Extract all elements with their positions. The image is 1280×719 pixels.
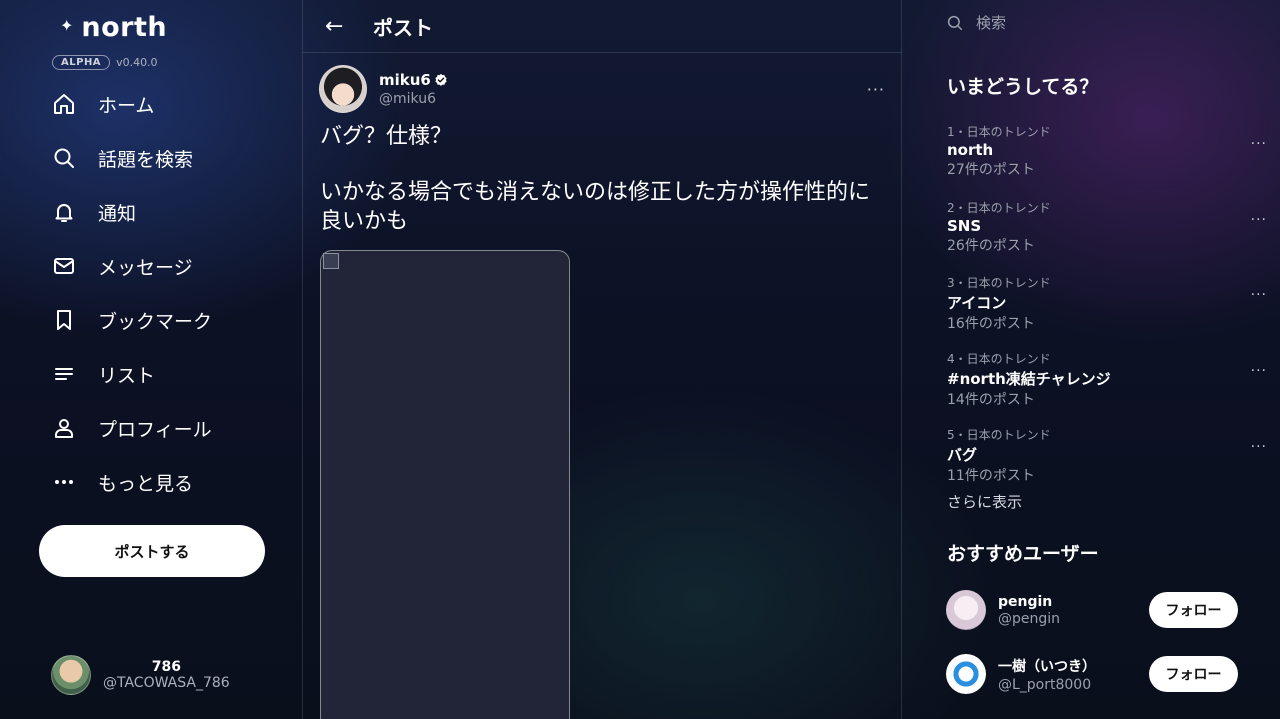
- trend-name: SNS: [947, 217, 982, 235]
- show-more-link[interactable]: さらに表示: [947, 491, 1022, 512]
- nav-item-more[interactable]: もっと見る: [50, 455, 290, 509]
- version-row: ALPHA v0.40.0: [52, 55, 158, 70]
- suggested-user[interactable]: 一樹（いつき） @L_port8000 フォロー: [946, 652, 1238, 696]
- logo[interactable]: ✦ north: [60, 12, 167, 43]
- alpha-badge: ALPHA: [52, 55, 111, 70]
- user-handle: @pengin: [998, 610, 1061, 627]
- post-text: バグ？仕様？ いかなる場合でも消えないのは修正した方が操作性的に良いかも: [320, 122, 885, 236]
- author-name[interactable]: miku6: [379, 71, 431, 89]
- right-sidebar: いまどうしてる？ 1・日本のトレンド north 27件のポスト ··· 2・日…: [902, 0, 1280, 719]
- post-text-line: バグ？仕様？: [320, 124, 453, 149]
- bell-icon: [50, 198, 78, 226]
- version-text: v0.40.0: [116, 56, 158, 69]
- nav-item-notifications[interactable]: 通知: [50, 185, 290, 239]
- account-name: 786: [151, 659, 181, 675]
- trend-count: 14件のポスト: [947, 392, 1035, 408]
- trend-count: 27件のポスト: [947, 162, 1035, 178]
- trend-meta: 1・日本のトレンド: [947, 125, 1051, 139]
- search-icon: [947, 15, 963, 31]
- post-more-icon[interactable]: ···: [867, 80, 885, 99]
- nav-label: 通知: [98, 202, 137, 225]
- nav-label: 話題を検索: [98, 148, 194, 171]
- trend-more-icon[interactable]: ···: [1251, 212, 1267, 228]
- trend-count: 11件のポスト: [947, 468, 1035, 484]
- suggested-user[interactable]: pengin @pengin フォロー: [946, 588, 1238, 632]
- back-arrow-icon[interactable]: ←: [325, 14, 349, 39]
- trend-item[interactable]: 1・日本のトレンド north 27件のポスト ···: [947, 123, 1266, 179]
- user-name: pengin: [998, 593, 1053, 610]
- trends-title: いまどうしてる？: [947, 76, 1099, 98]
- home-icon: [50, 90, 78, 118]
- author-handle: @miku6: [379, 91, 436, 107]
- trend-count: 26件のポスト: [947, 238, 1035, 254]
- nav-item-home[interactable]: ホーム: [50, 77, 290, 131]
- post-image[interactable]: [320, 250, 570, 719]
- more-icon: [50, 468, 78, 496]
- trend-item[interactable]: 5・日本のトレンド バグ 11件のポスト ···: [947, 426, 1266, 485]
- main-nav: ホーム 話題を検索 通知 メッセージ ブックマーク リスト プロフィール もっと…: [50, 77, 290, 509]
- page-title: ポスト: [373, 15, 433, 40]
- trend-item[interactable]: 4・日本のトレンド #north凍結チャレンジ 14件のポスト ···: [947, 350, 1266, 409]
- follow-button[interactable]: フォロー: [1149, 656, 1238, 692]
- post-text-line: いかなる場合でも消えないのは修正した方が操作性的に良いかも: [320, 180, 871, 234]
- trend-more-icon[interactable]: ···: [1251, 363, 1267, 379]
- search-icon: [50, 144, 78, 172]
- nav-label: メッセージ: [98, 256, 193, 279]
- avatar[interactable]: [946, 654, 986, 694]
- user-name: 一樹（いつき）: [998, 658, 1096, 675]
- trend-count: 16件のポスト: [947, 316, 1035, 332]
- broken-image-icon: [323, 253, 339, 269]
- account-handle: @TACOWASA_786: [103, 675, 230, 691]
- follow-button[interactable]: フォロー: [1149, 592, 1238, 628]
- post-detail-column: ← ポスト miku6 @miku6 ··· バグ？仕様？ いかなる場合でも消え…: [303, 0, 902, 719]
- trend-meta: 2・日本のトレンド: [947, 201, 1051, 215]
- nav-item-explore[interactable]: 話題を検索: [50, 131, 290, 185]
- verified-badge-icon: [435, 73, 447, 86]
- nav-item-messages[interactable]: メッセージ: [50, 239, 290, 293]
- nav-item-lists[interactable]: リスト: [50, 347, 290, 401]
- sparkle-icon: ✦: [60, 16, 74, 35]
- nav-label: ブックマーク: [98, 310, 213, 333]
- search-input[interactable]: [976, 14, 1236, 32]
- avatar[interactable]: [946, 590, 986, 630]
- avatar[interactable]: [319, 65, 367, 113]
- nav-item-profile[interactable]: プロフィール: [50, 401, 290, 455]
- post-header: ← ポスト: [303, 0, 902, 53]
- trend-name: アイコン: [947, 294, 1007, 312]
- trend-meta: 4・日本のトレンド: [947, 352, 1051, 366]
- trend-name: #north凍結チャレンジ: [947, 370, 1111, 388]
- left-sidebar: ✦ north ALPHA v0.40.0 ホーム 話題を検索 通知 メッセージ…: [0, 0, 303, 719]
- person-icon: [50, 414, 78, 442]
- nav-item-bookmarks[interactable]: ブックマーク: [50, 293, 290, 347]
- trend-more-icon[interactable]: ···: [1251, 287, 1267, 303]
- trend-more-icon[interactable]: ···: [1251, 439, 1267, 455]
- trend-meta: 3・日本のトレンド: [947, 276, 1051, 290]
- search-bar[interactable]: [946, 14, 1236, 32]
- suggested-users-title: おすすめユーザー: [947, 543, 1099, 565]
- account-switcher[interactable]: 786 @TACOWASA_786: [51, 655, 230, 695]
- mail-icon: [50, 252, 78, 280]
- trend-item[interactable]: 2・日本のトレンド SNS 26件のポスト ···: [947, 199, 1266, 255]
- user-handle: @L_port8000: [998, 676, 1092, 693]
- post-author: miku6 @miku6 ···: [319, 65, 889, 113]
- nav-label: プロフィール: [98, 418, 212, 441]
- nav-label: リスト: [98, 364, 156, 387]
- trend-name: バグ: [947, 446, 978, 464]
- trend-item[interactable]: 3・日本のトレンド アイコン 16件のポスト ···: [947, 274, 1266, 333]
- bookmark-icon: [50, 306, 78, 334]
- list-icon: [50, 360, 78, 388]
- compose-post-button[interactable]: ポストする: [39, 525, 265, 577]
- nav-label: ホーム: [98, 94, 155, 117]
- nav-label: もっと見る: [98, 472, 194, 495]
- trend-meta: 5・日本のトレンド: [947, 428, 1051, 442]
- avatar: [51, 655, 91, 695]
- trend-name: north: [947, 141, 994, 159]
- trend-more-icon[interactable]: ···: [1251, 136, 1267, 152]
- logo-text: north: [81, 12, 168, 43]
